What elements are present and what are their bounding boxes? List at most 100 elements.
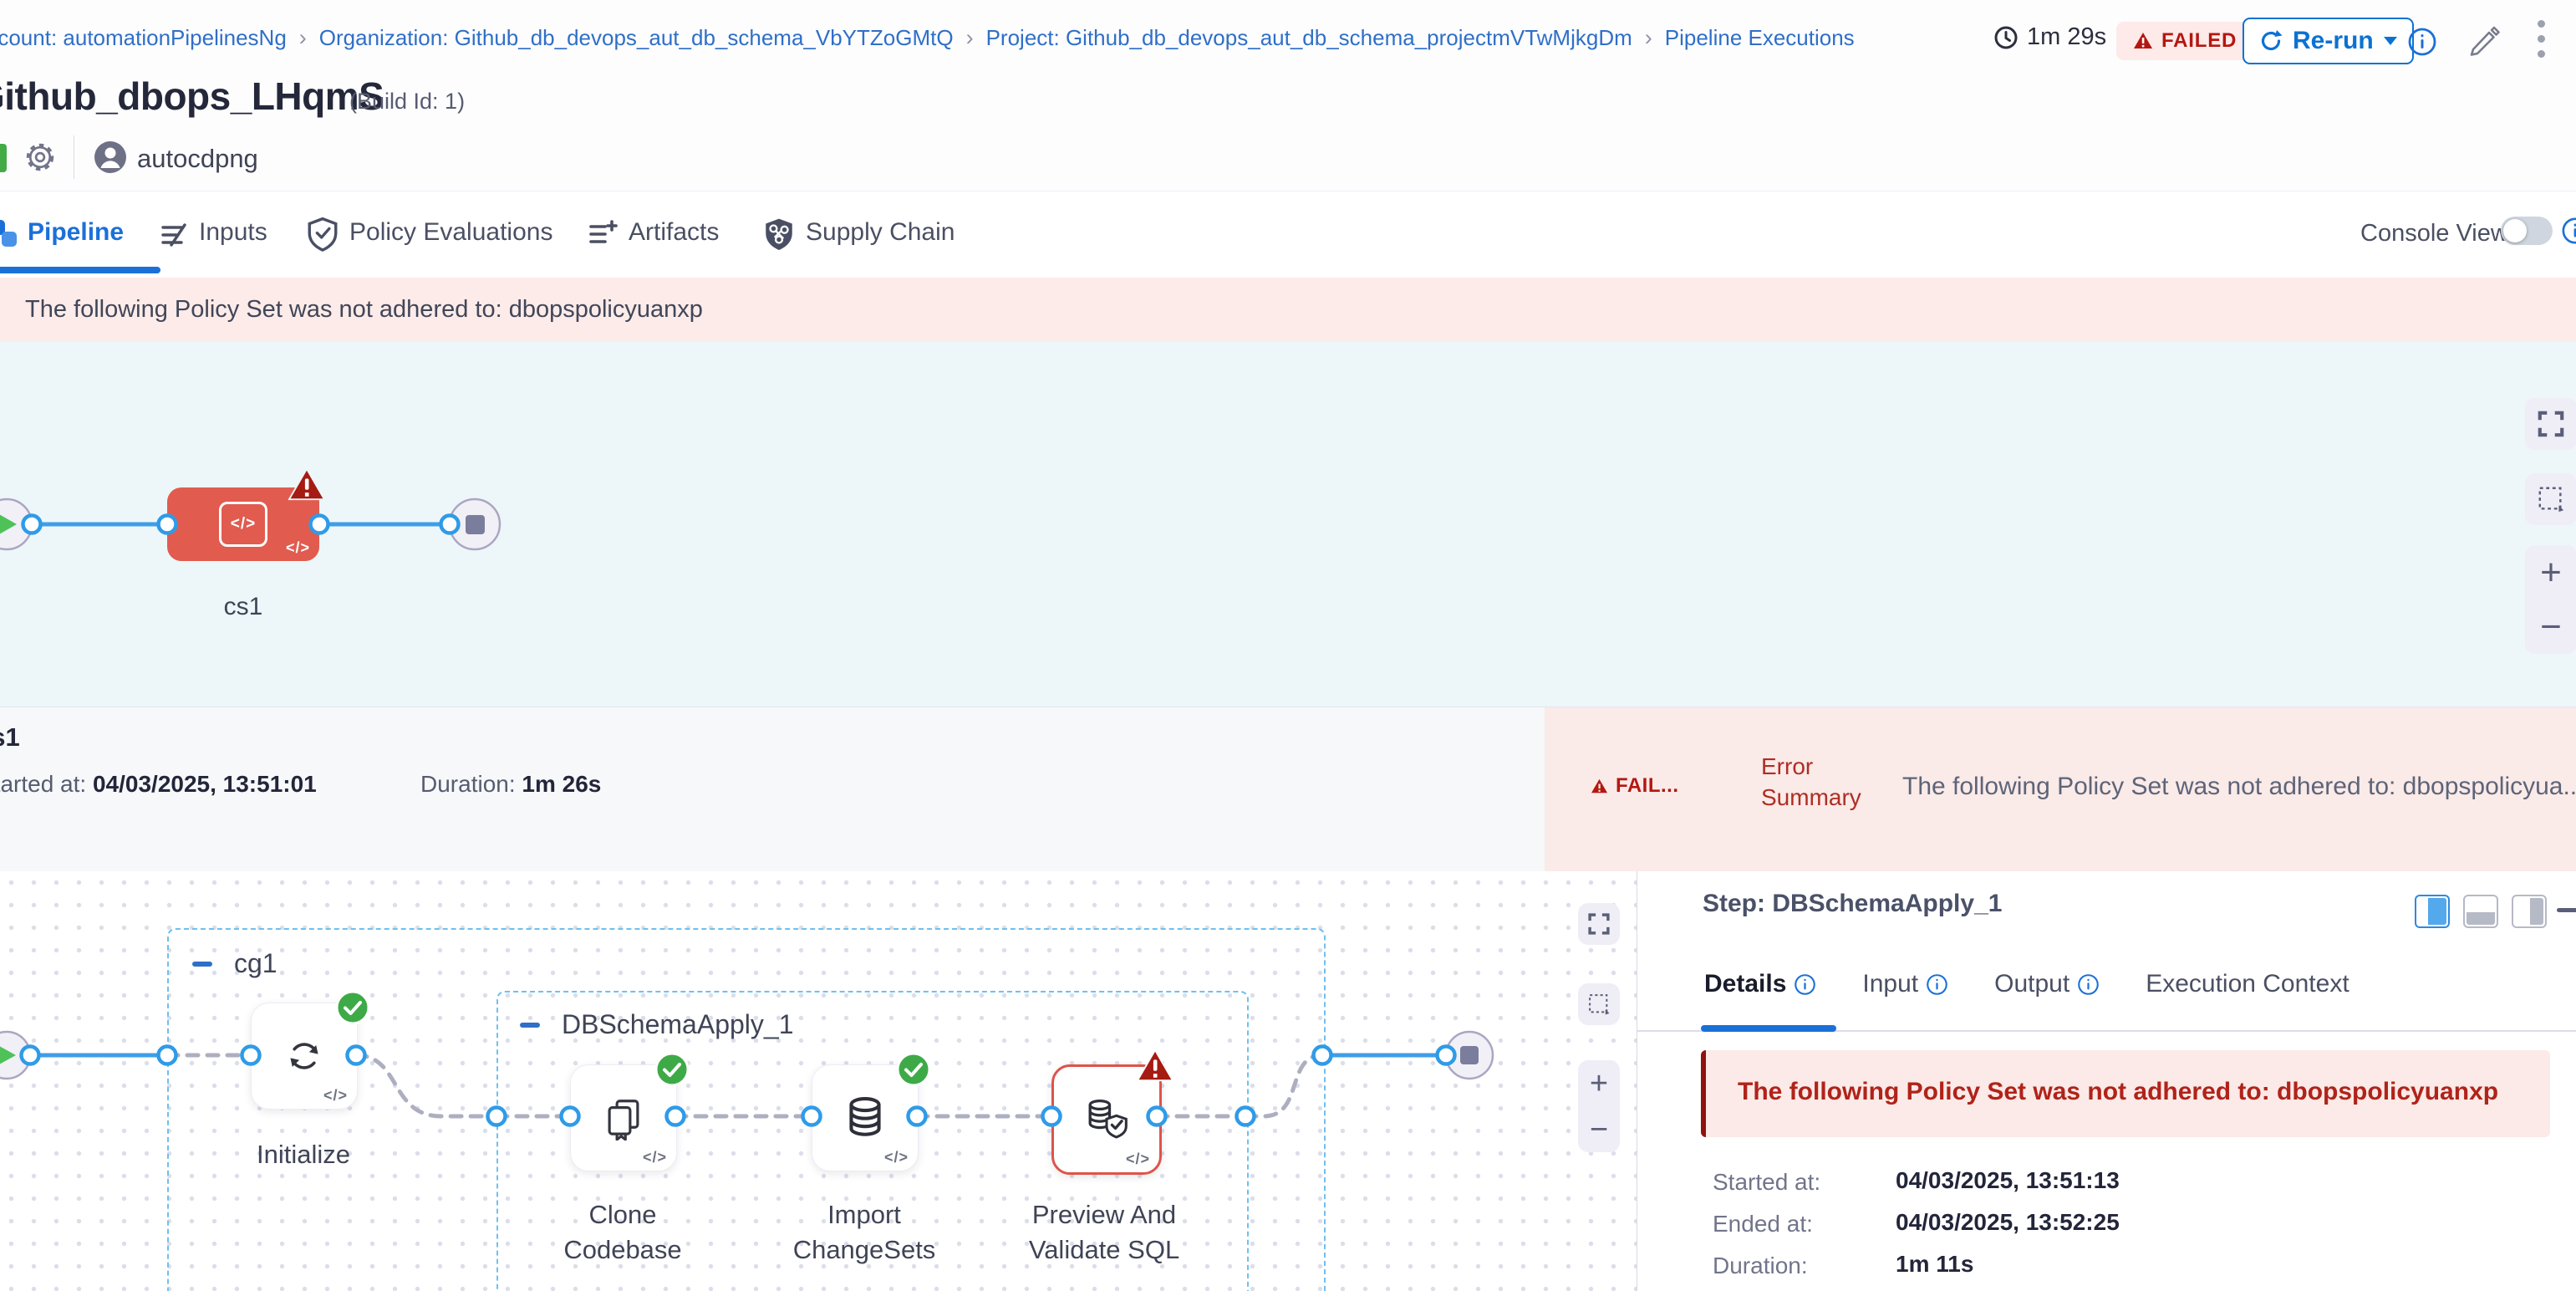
tag-strip [0,144,7,172]
detail-row-ended: Ended at: 04/03/2025, 13:52:25 [1713,1211,2532,1237]
info-icon [1794,973,1816,996]
rerun-caret-icon [2384,37,2397,45]
panel-layout-right-button[interactable] [2415,895,2450,928]
policy-banner-text: The following Policy Set was not adhered… [25,296,703,324]
step-node-label: Clone Codebase [543,1197,702,1268]
detail-row-duration: Duration: 1m 11s [1713,1253,2532,1279]
stage-name: cs1 [0,722,20,753]
panel-tab-details[interactable]: Details [1704,970,1816,998]
step-node-initialize[interactable]: </> [251,1003,358,1110]
zoom-out-button[interactable]: − [1590,1115,1608,1144]
clock-icon [1993,25,2019,50]
error-summary-label: Error Summary [1761,751,1861,813]
stage-error-strip: FAIL... Error Summary The following Poli… [1545,707,2576,872]
layout-float-fill [2530,898,2543,925]
zoom-controls: + − [2525,545,2576,654]
step-node-label: Initialize [220,1137,387,1172]
panel-layout-bottom-button[interactable] [2463,895,2498,928]
rerun-button[interactable]: Re-run [2243,18,2414,64]
started-value: 04/03/2025, 13:51:01 [93,771,317,797]
status-badge-label: FAILED [2161,29,2237,53]
warning-triangle-icon [2133,32,2153,50]
fail-badge: FAIL... [1591,774,1679,798]
pipeline-tab-icon [0,217,20,250]
breadcrumb-separator: › [966,25,974,51]
step-node-clone-codebase[interactable]: </> [570,1064,677,1171]
execution-info-icon[interactable] [2407,27,2437,57]
error-summary-text: The following Policy Set was not adhered… [1902,773,2576,801]
triggered-by-user: autocdpng [137,144,258,174]
fail-badge-label: FAIL... [1616,774,1679,798]
console-view-info-icon[interactable] [2561,217,2576,245]
marquee-select-icon [1587,992,1611,1016]
breadcrumb-project[interactable]: Project: Github_db_devops_aut_db_schema_… [986,25,1632,51]
more-options-kebab-icon[interactable] [2538,20,2545,58]
fullscreen-button[interactable] [1578,903,1620,945]
status-badge: FAILED [2116,22,2253,60]
breadcrumb-pipeline-executions[interactable]: Pipeline Executions [1665,25,1855,51]
started-label: Started at: [0,771,86,797]
collapse-dbschemaapply-button[interactable] [520,1023,540,1028]
script-glyph: </> [643,1149,667,1166]
elapsed-time: 1m 29s [1993,23,2106,51]
duration-label: Duration: [420,771,516,797]
fullscreen-button[interactable] [2525,398,2576,450]
active-tab-underline [0,267,160,273]
rerun-label: Re-run [2293,27,2374,55]
stage-failed-badge-icon [288,467,326,503]
elapsed-time-label: 1m 29s [2027,23,2106,51]
collapse-cg1-button[interactable] [192,962,212,967]
detail-row-started: Started at: 04/03/2025, 13:51:13 [1713,1169,2532,1196]
supply-chain-shield-icon [762,217,796,252]
panel-layout-float-button[interactable] [2512,895,2547,928]
panel-tab-input[interactable]: Input [1862,970,1948,998]
panel-tab-output[interactable]: Output [1994,970,2100,998]
tab-policy-evaluations[interactable]: Policy Evaluations [349,218,552,247]
script-glyph: </> [1126,1151,1150,1168]
top-header: Account: automationPipelinesNg › Organiz… [0,0,2576,191]
gear-icon[interactable] [23,140,57,174]
tab-supply-chain[interactable]: Supply Chain [806,218,955,247]
step-node-preview-validate-sql[interactable]: </> [1051,1064,1162,1175]
step-node-import-changesets[interactable]: </> [812,1064,919,1171]
script-glyph: </> [884,1149,909,1166]
policy-shield-check-icon [306,217,339,252]
success-badge-icon [335,990,370,1025]
info-icon [1926,973,1948,996]
database-icon [842,1095,888,1141]
step-panel-tabs: Details Input Output Execution Context [1704,970,2349,998]
zoom-out-button[interactable]: − [2540,610,2562,644]
fullscreen-icon [2537,410,2565,438]
cg1-label: cg1 [234,948,277,979]
console-view-toggle[interactable] [2501,217,2553,245]
fail-warning-icon [1591,778,1608,794]
step-graph-canvas: cg1 DBSchemaApply_1 </> Initialize </> C… [0,871,1637,1291]
zoom-in-button[interactable]: + [2540,556,2562,589]
marquee-select-button[interactable] [1578,983,1620,1025]
stage-info-bar: cs1 Started at: 04/03/2025, 13:51:01 Dur… [0,707,2576,872]
edit-pipeline-icon[interactable] [2466,22,2501,57]
panel-minimize-button[interactable] [2557,908,2576,912]
breadcrumb-separator: › [299,25,307,51]
sync-icon [283,1034,326,1078]
console-view-label: Console View [2360,220,2508,247]
tab-inputs[interactable]: Inputs [199,218,267,247]
clone-codebase-icon [601,1095,646,1140]
breadcrumb-account[interactable]: Account: automationPipelinesNg [0,25,287,51]
step-node-label: Preview And Validate SQL [1008,1197,1200,1268]
user-avatar-icon [94,140,127,174]
stage-graph-canvas: </> </> cs1 + − [0,342,2576,707]
breadcrumb: Account: automationPipelinesNg › Organiz… [0,25,1855,51]
custom-stage-icon: </> [219,502,267,547]
breadcrumb-separator: › [1645,25,1652,51]
panel-active-tab-underline [1701,1025,1836,1032]
database-validate-icon [1083,1096,1130,1143]
tab-pipeline[interactable]: Pipeline [28,218,124,247]
fullscreen-icon [1587,912,1611,936]
tabs-row: Pipeline Inputs Policy Evaluations Artif… [0,191,2576,278]
marquee-select-button[interactable] [2525,473,2576,525]
zoom-in-button[interactable]: + [1590,1069,1608,1098]
panel-tab-execution-context[interactable]: Execution Context [2146,970,2349,998]
tab-artifacts[interactable]: Artifacts [629,218,719,247]
breadcrumb-organization[interactable]: Organization: Github_db_devops_aut_db_sc… [319,25,954,51]
